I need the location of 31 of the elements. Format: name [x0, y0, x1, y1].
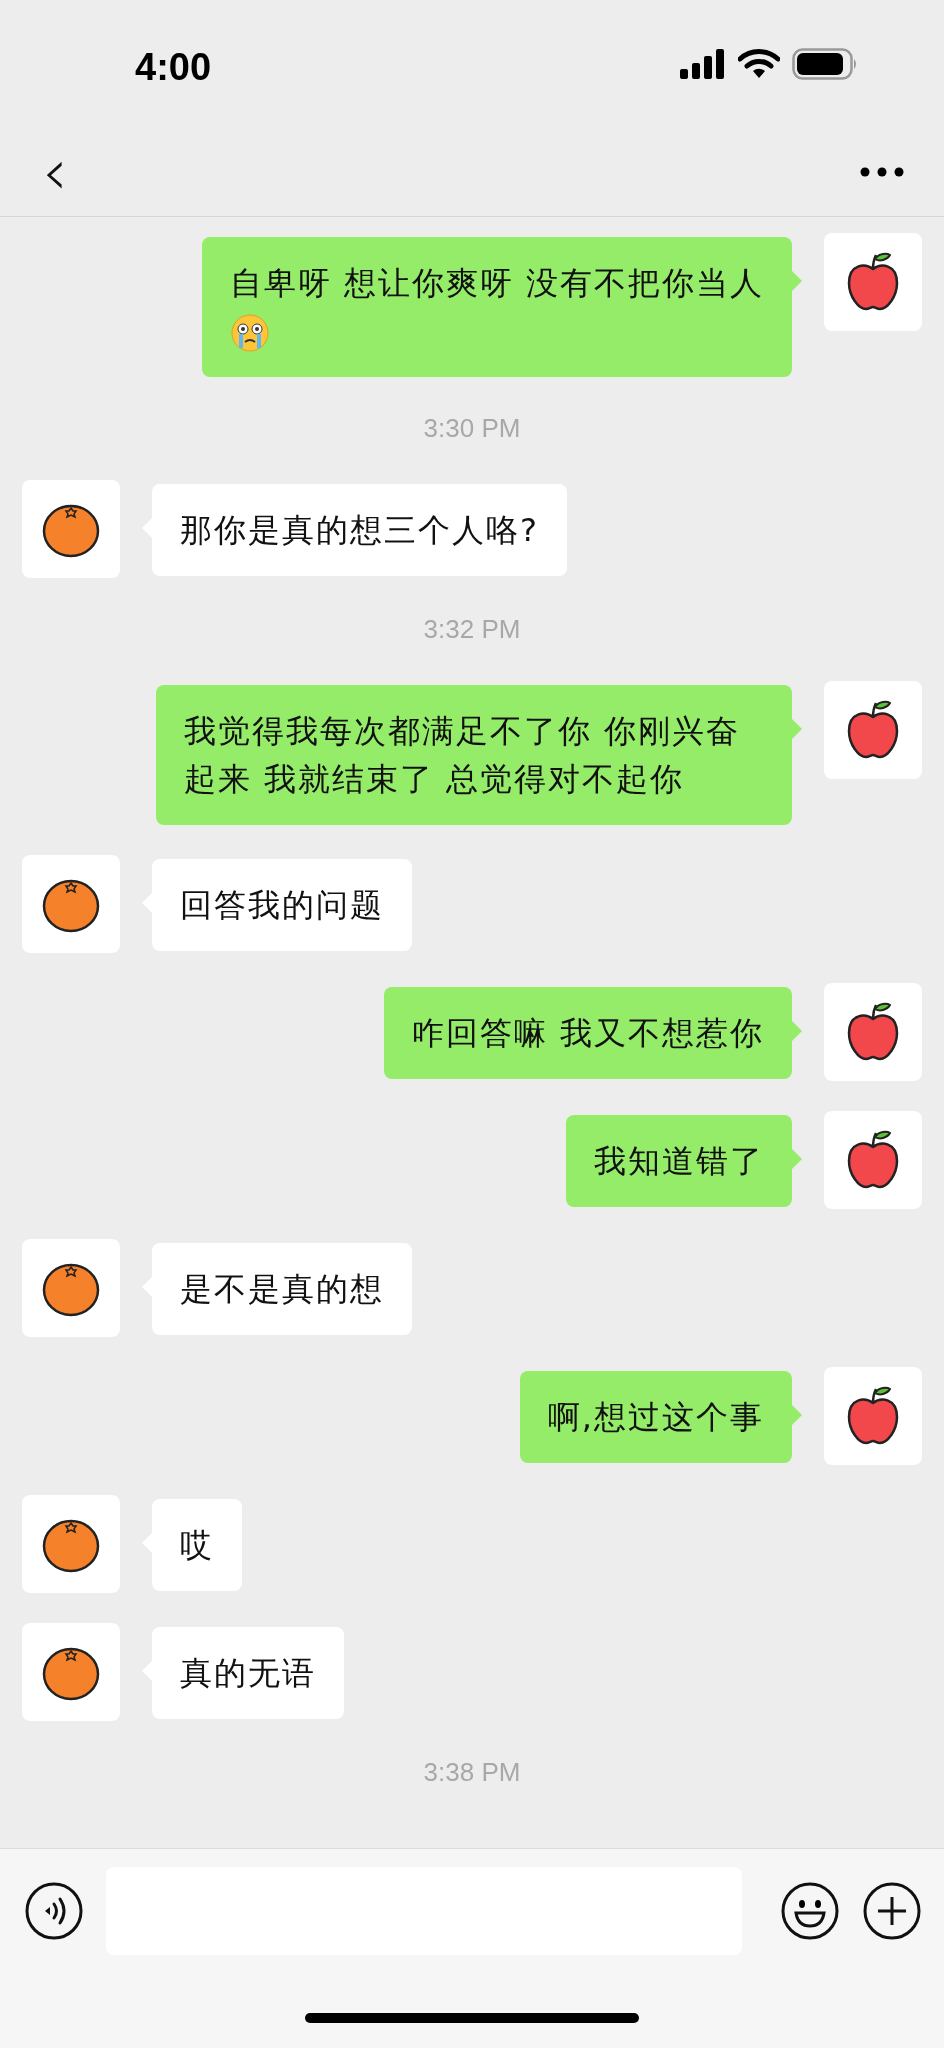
battery-icon [792, 48, 858, 80]
wifi-icon [738, 49, 780, 79]
message-bubble: 真的无语 [152, 1627, 344, 1719]
message-bubble: 啊,想过这个事 [519, 1371, 792, 1463]
back-button[interactable]: ‹ [36, 140, 74, 204]
timestamp: 3:30 PM [423, 412, 521, 445]
timestamp: 3:38 PM [423, 1756, 521, 1789]
status-time: 4:00 [135, 45, 212, 89]
apple-avatar-icon[interactable] [824, 983, 922, 1081]
message-bubble: 哎 [152, 1499, 242, 1591]
apple-avatar-icon[interactable] [824, 681, 922, 779]
message-bubble: 自卑呀 想让你爽呀 没有不把你当人 [201, 237, 792, 377]
timestamp: 3:32 PM [423, 613, 521, 646]
message-bubble: 咋回答嘛 我又不想惹你 [383, 987, 792, 1079]
tangerine-avatar-icon[interactable] [22, 855, 120, 953]
signal-icon [680, 49, 726, 79]
apple-avatar-icon[interactable] [824, 1367, 922, 1465]
message-bubble: 那你是真的想三个人咯? [152, 484, 567, 576]
tangerine-avatar-icon[interactable] [22, 1623, 120, 1721]
tangerine-avatar-icon[interactable] [22, 1495, 120, 1593]
emoji-button[interactable] [780, 1881, 840, 1941]
message-bubble: 是不是真的想 [152, 1243, 412, 1335]
message-bubble: 回答我的问题 [152, 859, 412, 951]
add-button[interactable] [862, 1881, 922, 1941]
apple-avatar-icon[interactable] [824, 1111, 922, 1209]
message-bubble: 我觉得我每次都满足不了你 你刚兴奋起来 我就结束了 总觉得对不起你 [156, 685, 792, 825]
message-bubble: 我知道错了 [566, 1115, 792, 1207]
tangerine-avatar-icon[interactable] [22, 1239, 120, 1337]
voice-button[interactable] [24, 1881, 84, 1941]
tangerine-avatar-icon[interactable] [22, 480, 120, 578]
apple-avatar-icon[interactable] [824, 233, 922, 331]
